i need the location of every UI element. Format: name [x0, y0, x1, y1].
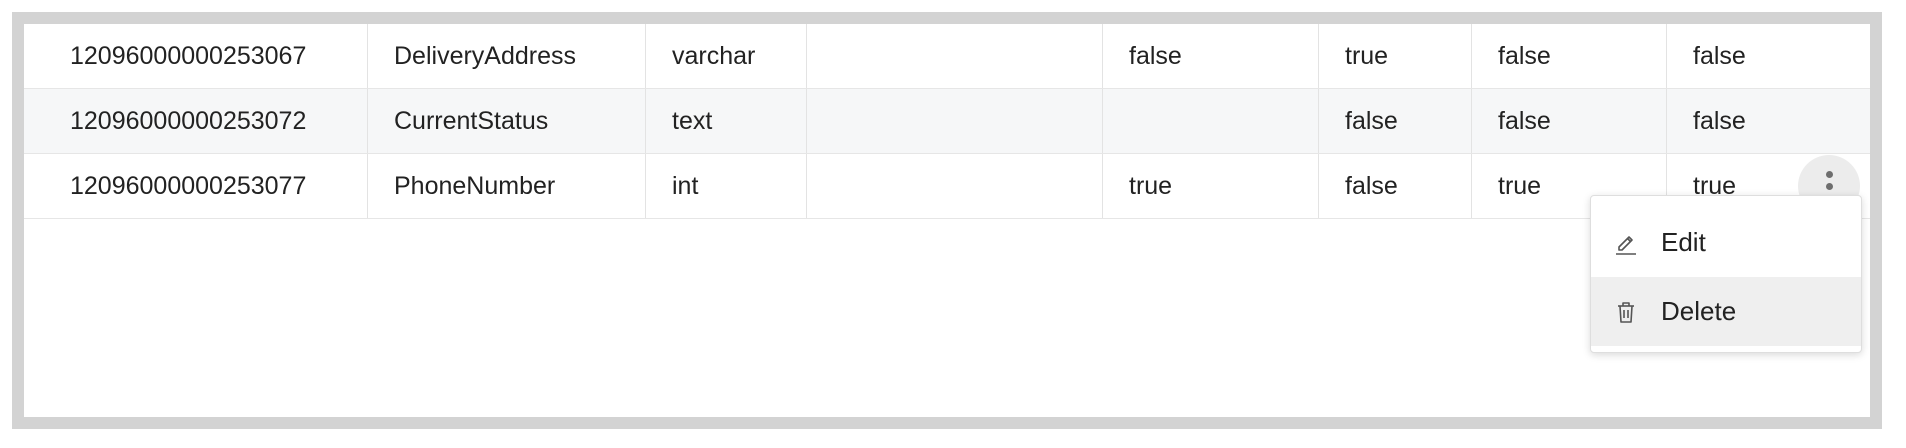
- cell-col6: false: [1319, 89, 1472, 153]
- fields-table: 12096000000253067 DeliveryAddress varcha…: [24, 24, 1870, 219]
- menu-item-delete[interactable]: Delete: [1591, 277, 1861, 346]
- cell-name: CurrentStatus: [368, 89, 646, 153]
- kebab-dot-icon: [1825, 182, 1833, 190]
- cell-col7: false: [1472, 89, 1667, 153]
- cell-col5: [1103, 89, 1319, 153]
- trash-icon: [1613, 299, 1639, 325]
- cell-id: 12096000000253072: [24, 89, 368, 153]
- cell-col8: false: [1693, 106, 1746, 135]
- cell-name: DeliveryAddress: [368, 24, 646, 88]
- menu-item-edit[interactable]: Edit: [1591, 208, 1861, 277]
- cell-name: PhoneNumber: [368, 154, 646, 218]
- cell-col6: false: [1319, 154, 1472, 218]
- table-row[interactable]: 12096000000253067 DeliveryAddress varcha…: [24, 24, 1870, 89]
- menu-item-label: Edit: [1661, 227, 1706, 257]
- kebab-dot-icon: [1825, 170, 1833, 178]
- cell-id: 12096000000253067: [24, 24, 368, 88]
- cell-col4: [807, 154, 1103, 218]
- cell-type: text: [646, 89, 807, 153]
- menu-item-label: Delete: [1661, 296, 1737, 326]
- cell-type: int: [646, 154, 807, 218]
- cell-col7: false: [1472, 24, 1667, 88]
- cell-col5: true: [1103, 154, 1319, 218]
- cell-type: varchar: [646, 24, 807, 88]
- cell-col6: true: [1319, 24, 1472, 88]
- cell-id: 12096000000253077: [24, 154, 368, 218]
- row-actions-menu: Edit Delete: [1590, 195, 1862, 353]
- cell-col5: false: [1103, 24, 1319, 88]
- cell-col4: [807, 24, 1103, 88]
- edit-icon: [1613, 230, 1639, 256]
- cell-col8: false: [1693, 41, 1746, 70]
- table-row[interactable]: 12096000000253072 CurrentStatus text fal…: [24, 89, 1870, 154]
- cell-col4: [807, 89, 1103, 153]
